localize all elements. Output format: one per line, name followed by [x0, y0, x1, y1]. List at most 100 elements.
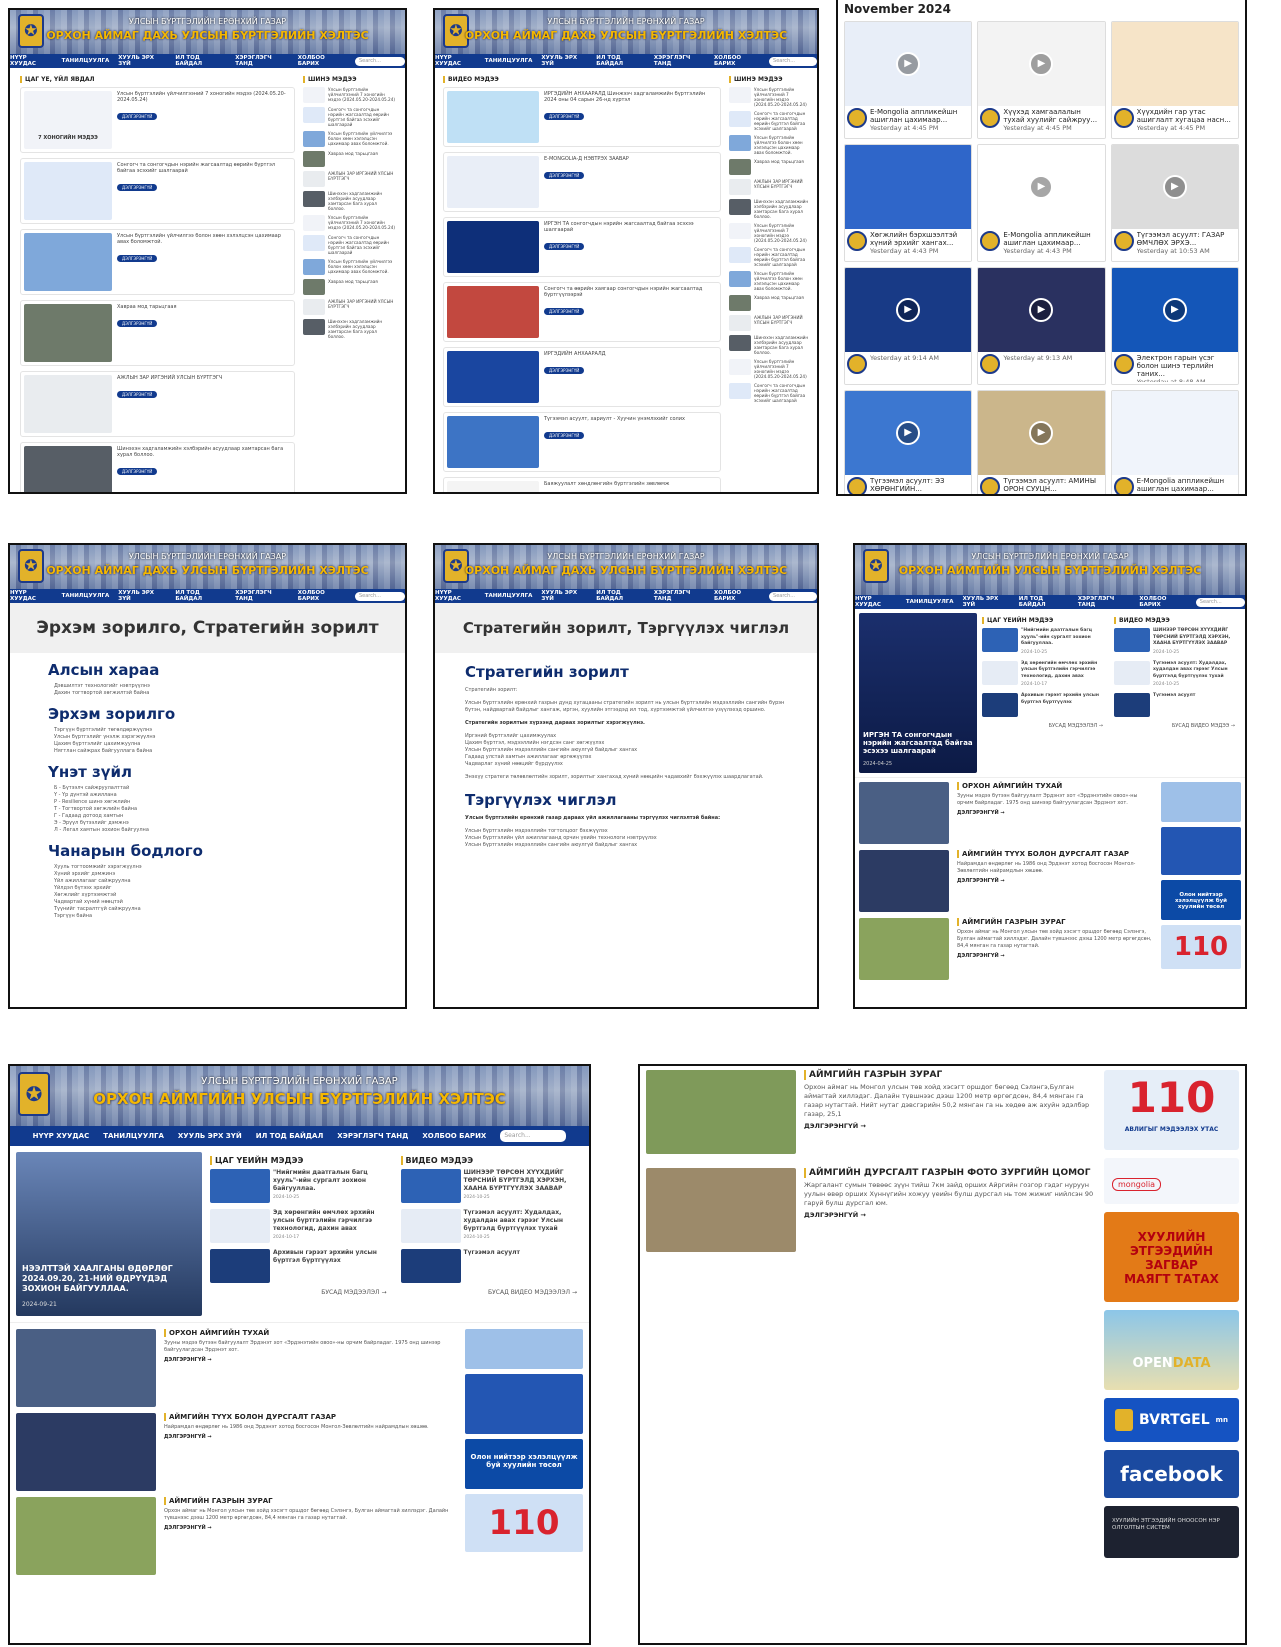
more-video-link[interactable]: БУСАД ВИДЕО МЭДЭЭ → [1120, 723, 1235, 729]
list-item[interactable]: Эд хөрөнгийн өмчлөх эрхийн улсын бүртгэл… [982, 660, 1109, 687]
about-more-link[interactable]: ДЭЛГЭРЭНГҮЙ → [164, 1525, 455, 1531]
side-item[interactable]: АЖЛЫН ЗАР ИРГЭНИЙ УЛСЫН БҮРТГЭГЧ [303, 299, 395, 315]
banner-site[interactable] [465, 1329, 583, 1369]
nav-item-5[interactable]: ХОЛБОО БАРИХ [298, 55, 346, 67]
more-button[interactable]: ДЭЛГЭРЭНГҮЙ [544, 172, 585, 179]
about-block[interactable]: ОРХОН АЙМГИЙН ТУХАЙ Зууны мэдээ бүтээн ба… [16, 1329, 455, 1407]
more-button[interactable]: ДЭЛГЭРЭНГҮЙ [544, 113, 585, 120]
about-more-link[interactable]: ДЭЛГЭРЭНГҮЙ → [164, 1357, 455, 1363]
side-item[interactable]: Хавраа мод тарьцгаая [729, 295, 809, 311]
video-card[interactable]: ИРГЭДИЙН АНХААРАЛД Шинжээч хадгаламжийн … [443, 87, 721, 147]
about-more-link[interactable]: ДЭЛГЭРЭНГҮЙ → [804, 1211, 1094, 1219]
nav-item-2[interactable]: ХУУЛЬ ЭРХ ЗҮЙ [963, 596, 1010, 608]
video-card[interactable]: Баяжуулалт хөндлөнгийн бүртгэлийн зөвлөм… [443, 477, 721, 492]
more-button[interactable]: ДЭЛГЭРЭНГҮЙ [544, 243, 585, 250]
facebook-post[interactable]: E-Mongolia аппликейшн ашиглан цахимаар..… [1110, 390, 1239, 494]
about-block[interactable]: АЙМГИЙН ТҮҮХ БОЛОН ДУРСГАЛТ ГАЗАР Найрамд… [16, 1413, 455, 1491]
nav-item-1[interactable]: ТАНИЛЦУУЛГА [62, 58, 110, 64]
side-item[interactable]: Сонгогч та сонгогчдын нэрийн жагсаалтад … [303, 107, 395, 127]
banner-site[interactable] [1161, 782, 1241, 822]
list-item[interactable]: Түгээмэл асуулт [1114, 693, 1241, 717]
news-card[interactable]: Хавраа мод тарьцгаая ДЭЛГЭРЭНГҮЙ [20, 300, 295, 366]
play-icon[interactable]: ▶ [1029, 298, 1054, 322]
play-icon[interactable]: ▶ [896, 52, 921, 76]
side-item[interactable]: Шинэхэн хадгаламжийн хэлбэрийн асуудлаар… [303, 319, 395, 339]
more-button[interactable]: ДЭЛГЭРЭНГҮЙ [117, 391, 158, 398]
more-button[interactable]: ДЭЛГЭРЭНГҮЙ [117, 320, 158, 327]
nav-item-1[interactable]: ТАНИЛЦУУЛГА [62, 593, 110, 599]
nav-item-3[interactable]: ИЛ ТОД БАЙДАЛ [596, 55, 645, 67]
play-icon[interactable]: ▶ [896, 298, 921, 322]
nav-item-1[interactable]: ТАНИЛЦУУЛГА [485, 58, 533, 64]
search-input[interactable]: Search... [769, 56, 817, 66]
nav-item-0[interactable]: НҮҮР ХУУДАС [435, 55, 476, 67]
facebook-post[interactable]: ▶ Түгээмэл асуулт: ГАЗАР ӨМЧЛӨХ ЭРХЭ... Ye… [1110, 144, 1239, 262]
banner-law-draft[interactable]: Олон нийтээр хэлэлцүүлж буй хуулийн төсө… [465, 1439, 583, 1489]
list-item[interactable]: Архивын гэрээт эрхийн улсын бүртгэл бүрт… [210, 1249, 393, 1283]
side-item[interactable]: Шинэхэн хадгаламжийн хэлбэрийн асуудлаар… [729, 199, 809, 219]
side-item[interactable]: Хавраа мод тарьцгаая [303, 279, 395, 295]
news-card[interactable]: АЖЛЫН ЗАР ИРГЭНИЙ УЛСЫН БҮРТГЭГЧ ДЭЛГЭРЭН… [20, 371, 295, 437]
nav-item-3[interactable]: ИЛ ТОД БАЙДАЛ [175, 590, 226, 602]
more-news-link[interactable]: БУСАД МЭДЭЭЛЭЛ → [216, 1289, 386, 1296]
video-card[interactable]: ИРГЭДИЙН АНХААРАЛД ДЭЛГЭРЭНГҮЙ [443, 347, 721, 407]
video-card[interactable]: E-MONGOLIA-Д НЭВТРЭХ ЗААВАР ДЭЛГЭРЭНГҮЙ [443, 152, 721, 212]
play-icon[interactable]: ▶ [1162, 298, 1187, 322]
more-button[interactable]: ДЭЛГЭРЭНГҮЙ [117, 255, 158, 262]
about-more-link[interactable]: ДЭЛГЭРЭНГҮЙ → [957, 953, 1155, 959]
more-button[interactable]: ДЭЛГЭРЭНГҮЙ [544, 367, 585, 374]
banner-burtgel[interactable]: BVRTGEL mn [1104, 1398, 1239, 1442]
search-input[interactable]: Search... [769, 591, 817, 601]
more-button[interactable]: ДЭЛГЭРЭНГҮЙ [544, 432, 585, 439]
news-card[interactable]: Улсын бүртгэлийн үйлчилгээ болон хөөн хэ… [20, 229, 295, 295]
about-block[interactable]: АЙМГИЙН ГАЗРЫН ЗУРАГ Орхон аймаг нь Монго… [859, 918, 1155, 980]
side-item[interactable]: Улсын бүртгэлийн үйлчилгээ болон хөөн хэ… [729, 135, 809, 155]
nav-item-5[interactable]: ХОЛБОО БАРИХ [1139, 596, 1186, 608]
nav-item-2[interactable]: ХУУЛЬ ЭРХ ЗҮЙ [118, 590, 166, 602]
nav-item-1[interactable]: ТАНИЛЦУУЛГА [485, 593, 533, 599]
play-icon[interactable]: ▶ [1029, 175, 1054, 199]
list-item[interactable]: Түгээмэл асуулт [400, 1249, 584, 1283]
search-input[interactable]: Search... [500, 1130, 567, 1142]
facebook-post[interactable]: Хөгжлийн бэрхшээлтэй хүний эрхийг хангах… [844, 144, 973, 262]
nav-item-2[interactable]: ХУУЛЬ ЭРХ ЗҮЙ [541, 590, 587, 602]
nav-item-4[interactable]: ХЭРЭГЛЭГЧ ТАНД [654, 590, 705, 602]
list-item[interactable]: ШИНЭЭР ТӨРСӨН ХҮҮХДИЙГ ТӨРСНИЙ БҮРТГЭЛД … [400, 1169, 584, 1203]
side-item[interactable]: Улсын бүртгэлийн үйлчилгээ болон хөөн хэ… [303, 259, 395, 275]
nav-item-1[interactable]: ТАНИЛЦУУЛГА [906, 599, 954, 605]
nav-item-5[interactable]: ХОЛБОО БАРИХ [714, 590, 760, 602]
about-more-link[interactable]: ДЭЛГЭРЭНГҮЙ → [957, 810, 1155, 816]
banner-110[interactable]: 110 [1161, 925, 1241, 969]
more-video-link[interactable]: БУСАД ВИДЕО МЭДЭЭЛЭЛ → [407, 1289, 577, 1296]
facebook-post[interactable]: ▶ Электрон гарын үсэг болон шинэ терлийн … [1110, 267, 1239, 385]
about-more-link[interactable]: ДЭЛГЭРЭНГҮЙ → [957, 878, 1155, 884]
list-item[interactable]: Эд хөрөнгийн өмчлөх эрхийн улсын бүртгэл… [210, 1209, 393, 1243]
nav-item-4[interactable]: ХЭРЭГЛЭГЧ ТАНД [235, 590, 289, 602]
about-more-link[interactable]: ДЭЛГЭРЭНГҮЙ → [804, 1122, 1094, 1130]
more-button[interactable]: ДЭЛГЭРЭНГҮЙ [117, 468, 158, 475]
facebook-post[interactable]: ▶ Түгээмэл асуулт: ЭЗ ХӨРӨНГИЙН...Novembe… [844, 390, 973, 494]
banner-law-draft[interactable]: Олон нийтээр хэлэлцүүлж буй хуулийн төсө… [1161, 880, 1241, 920]
about-block[interactable]: АЙМГИЙН ГАЗРЫН ЗУРАГ Орхон аймаг нь Монго… [16, 1497, 455, 1575]
list-item[interactable]: Түгээмэл асуулт: Худалдах, худалдан авах… [400, 1209, 584, 1243]
nav-item-3[interactable]: ИЛ ТОД БАЙДАЛ [596, 590, 645, 602]
search-input[interactable]: Search... [1195, 597, 1245, 607]
list-item[interactable]: Түгээмэл асуулт: Худалдах, худалдан авах… [1114, 660, 1241, 687]
list-item[interactable]: ШИНЭЭР ТӨРСӨН ХҮҮХДИЙГ ТӨРСНИЙ БҮРТГЭЛД … [1114, 628, 1241, 655]
banner-opendata[interactable]: OPENDATA [1104, 1310, 1239, 1390]
banner-facebook[interactable]: facebook [1104, 1450, 1239, 1498]
more-news-link[interactable]: БУСАД МЭДЭЭЛЭЛ → [988, 723, 1103, 729]
facebook-post[interactable]: Хүүхдийн гар утас ашиглалт хугацаа насн.… [1110, 21, 1239, 139]
nav-item-4[interactable]: ХЭРЭГЛЭГЧ ТАНД [654, 55, 705, 67]
nav-item-0[interactable]: НҮҮР ХУУДАС [10, 590, 53, 602]
video-card[interactable]: Түгээмэл асуулт, хариулт - Хуучин үнэмлэ… [443, 412, 721, 472]
banner-110[interactable]: 110 АВЛИГЫГ МЭДЭЭЛЭХ УТАС [1104, 1070, 1239, 1150]
banner-law-forms[interactable]: ХУУЛИЙН ЭТГЭЭДИЙН ЗАГВАР МАЯГТ ТАТАХ [1104, 1212, 1239, 1302]
side-item[interactable]: АЖЛЫН ЗАР ИРГЭНИЙ УЛСЫН БҮРТГЭГЧ [729, 179, 809, 195]
news-card[interactable]: 7 ХОНОГИЙН МЭДЭЭ Улсын бүртгэлийн үйлчилг… [20, 87, 295, 153]
about-block[interactable]: ОРХОН АЙМГИЙН ТУХАЙ Зууны мэдээ бүтээн ба… [859, 782, 1155, 844]
side-item[interactable]: Улсын бүртгэлийн үйлчилгээний 7 хоногийн… [729, 87, 809, 107]
facebook-post[interactable]: ▶ Хүүхэд хамгаалалын тухай хуулийг сайжру… [977, 21, 1106, 139]
facebook-post[interactable]: ▶ Yesterday at 9:13 AM [977, 267, 1106, 385]
list-item[interactable]: Архивын гэрээт эрхийн улсын бүртгэл бүрт… [982, 693, 1109, 717]
